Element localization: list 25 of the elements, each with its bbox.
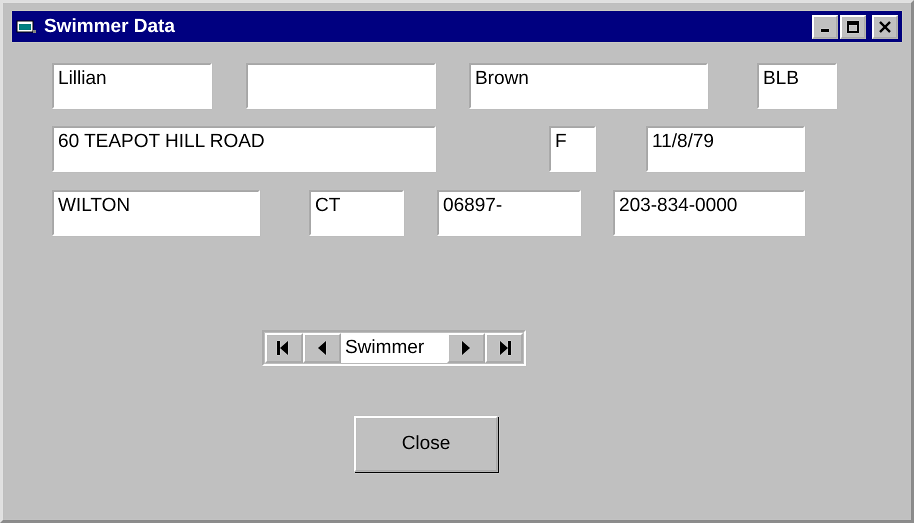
input-field[interactable]: 203-834-0000 (613, 190, 805, 236)
close-icon (879, 20, 891, 32)
navigator-caption: Swimmer (341, 333, 447, 363)
input-field[interactable]: F (549, 126, 596, 172)
input-field[interactable]: 06897- (437, 190, 581, 236)
app-icon (16, 18, 38, 36)
close-form-button[interactable]: Close (354, 416, 498, 472)
input-field[interactable]: 60 TEAPOT HILL ROAD (52, 126, 436, 172)
window-title: Swimmer Data (44, 16, 175, 38)
close-button[interactable] (872, 14, 898, 38)
first-record-button[interactable] (265, 333, 303, 363)
maximize-button[interactable] (840, 14, 866, 38)
input-field[interactable] (246, 63, 436, 109)
next-record-button[interactable] (447, 333, 485, 363)
minimize-button[interactable] (812, 14, 838, 38)
input-field[interactable]: BLB (757, 63, 837, 109)
input-field[interactable]: 11/8/79 (646, 126, 805, 172)
input-field[interactable]: Brown (469, 63, 708, 109)
last-record-button[interactable] (485, 333, 523, 363)
input-field[interactable]: Lillian (52, 63, 212, 109)
maximize-icon (847, 20, 859, 32)
input-field[interactable]: CT (309, 190, 404, 236)
previous-record-button[interactable] (303, 333, 341, 363)
minimize-icon (821, 29, 829, 32)
input-field[interactable]: WILTON (52, 190, 260, 236)
